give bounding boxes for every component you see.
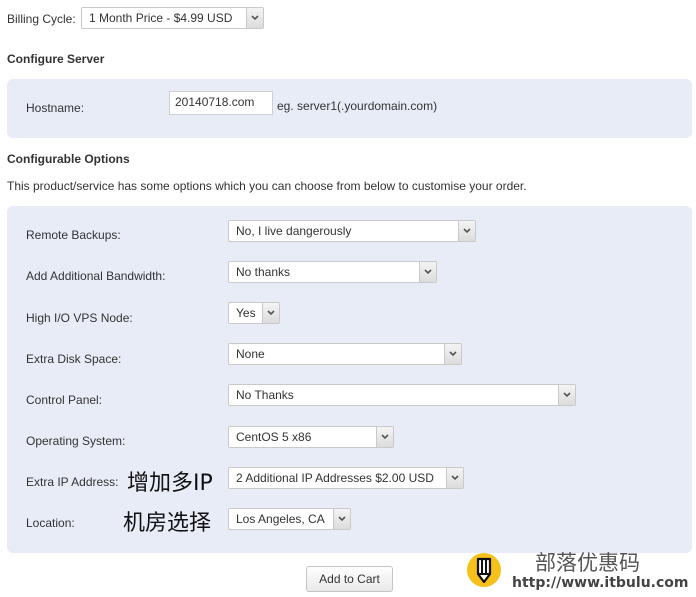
- configurable-options-heading: Configurable Options: [7, 152, 130, 166]
- additional-bandwidth-select[interactable]: No thanks: [228, 261, 437, 283]
- location-select[interactable]: Los Angeles, CA: [228, 508, 351, 530]
- chevron-down-icon: [246, 8, 263, 28]
- configure-server-heading: Configure Server: [7, 52, 105, 66]
- remote-backups-label: Remote Backups:: [26, 228, 121, 242]
- control-panel-label: Control Panel:: [26, 393, 103, 407]
- billing-cycle-value: 1 Month Price - $4.99 USD: [89, 11, 233, 25]
- operating-system-label: Operating System:: [26, 434, 126, 448]
- hostname-hint: eg. server1(.yourdomain.com): [277, 99, 438, 113]
- watermark-url: http://www.itbulu.com: [512, 575, 689, 591]
- extra-disk-space-label: Extra Disk Space:: [26, 352, 122, 366]
- remote-backups-select[interactable]: No, I live dangerously: [228, 220, 476, 242]
- chevron-down-icon: [262, 303, 279, 323]
- extra-ip-address-label: Extra IP Address:: [26, 475, 119, 489]
- extra-ip-annotation: 增加多IP: [127, 471, 213, 496]
- chevron-down-icon: [558, 385, 575, 405]
- configurable-options-panel: [7, 206, 692, 553]
- operating-system-select[interactable]: CentOS 5 x86: [228, 426, 394, 448]
- operating-system-value: CentOS 5 x86: [236, 430, 312, 444]
- hostname-input[interactable]: 20140718.com: [169, 91, 273, 115]
- hostname-label: Hostname:: [26, 101, 85, 115]
- chevron-down-icon: [419, 262, 436, 282]
- additional-bandwidth-label: Add Additional Bandwidth:: [26, 269, 166, 283]
- add-to-cart-button[interactable]: Add to Cart: [306, 566, 393, 592]
- high-io-vps-select[interactable]: Yes: [228, 302, 280, 324]
- chevron-down-icon: [446, 468, 463, 488]
- configurable-options-description: This product/service has some options wh…: [7, 179, 527, 193]
- chevron-down-icon: [376, 427, 393, 447]
- extra-ip-address-value: 2 Additional IP Addresses $2.00 USD: [236, 471, 434, 485]
- chevron-down-icon: [444, 344, 461, 364]
- pencil-icon: [466, 552, 502, 588]
- location-value: Los Angeles, CA: [236, 512, 325, 526]
- extra-disk-space-select[interactable]: None: [228, 343, 462, 365]
- control-panel-select[interactable]: No Thanks: [228, 384, 576, 406]
- location-label: Location:: [26, 516, 75, 530]
- extra-disk-space-value: None: [236, 347, 265, 361]
- high-io-vps-label: High I/O VPS Node:: [26, 311, 133, 325]
- watermark-title: 部落优惠码: [535, 551, 640, 575]
- remote-backups-value: No, I live dangerously: [236, 224, 352, 238]
- billing-cycle-select[interactable]: 1 Month Price - $4.99 USD: [81, 7, 264, 29]
- extra-ip-address-select[interactable]: 2 Additional IP Addresses $2.00 USD: [228, 467, 464, 489]
- location-annotation: 机房选择: [123, 511, 212, 536]
- control-panel-value: No Thanks: [236, 388, 294, 402]
- high-io-vps-value: Yes: [236, 306, 256, 320]
- chevron-down-icon: [333, 509, 350, 529]
- billing-cycle-label: Billing Cycle:: [7, 12, 76, 26]
- chevron-down-icon: [458, 221, 475, 241]
- additional-bandwidth-value: No thanks: [236, 265, 291, 279]
